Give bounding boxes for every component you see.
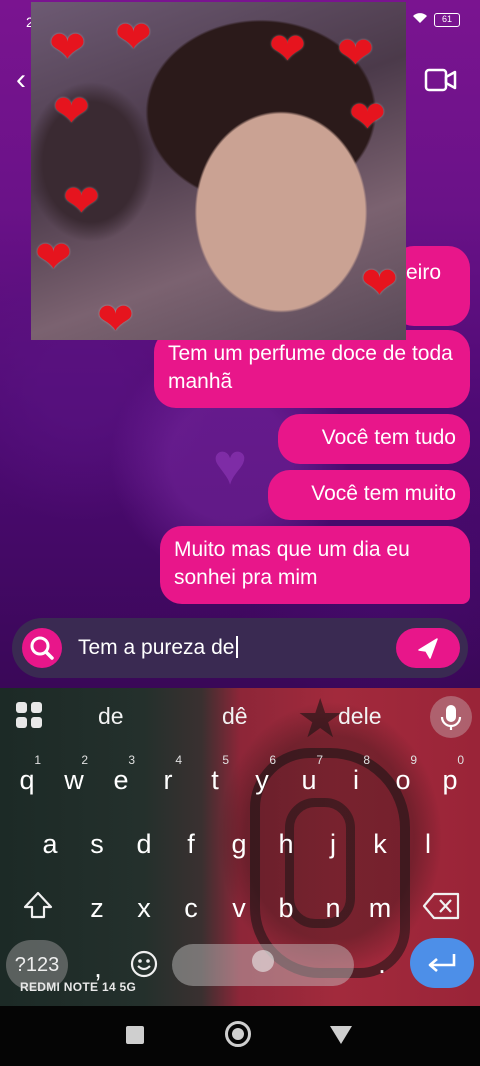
grid-apps-icon[interactable] — [16, 702, 42, 728]
key-l[interactable]: l — [408, 820, 448, 864]
battery-level: 61 — [434, 12, 460, 27]
key-e[interactable]: e3 — [101, 754, 141, 800]
key-b[interactable]: b — [266, 884, 306, 928]
background-heart-icon: ♥ — [212, 432, 248, 497]
key-v[interactable]: v — [219, 884, 259, 928]
send-icon — [418, 638, 438, 659]
recents-button[interactable] — [126, 1026, 144, 1044]
message-text: Você tem tudo — [321, 426, 456, 449]
suggestion-item[interactable]: de — [98, 702, 124, 730]
heart-icon: ❤ — [35, 233, 72, 282]
message-bubble[interactable]: Você tem tudo — [278, 414, 470, 464]
key-o[interactable]: o9 — [383, 754, 423, 800]
message-text: eiro — [406, 261, 442, 284]
key-w[interactable]: w2 — [54, 754, 94, 800]
chat-background: ♥ 2 61 ‹ eiro Tem um perfume doce de tod… — [0, 0, 480, 688]
message-input-text: Tem a pureza de — [78, 636, 235, 659]
send-button[interactable] — [396, 628, 460, 668]
heart-icon: ❤ — [361, 259, 398, 308]
heart-icon: ❤ — [337, 29, 374, 78]
keyboard: ★ de dê dele q1 w2 e3 r4 t5 y6 u7 i8 o9 … — [0, 688, 480, 1006]
message-composer[interactable]: Tem a pureza de — [12, 618, 468, 678]
key-x[interactable]: x — [124, 884, 164, 928]
key-d[interactable]: d — [124, 820, 164, 864]
key-a[interactable]: a — [30, 820, 70, 864]
heart-icon: ❤ — [115, 13, 152, 62]
navigation-bar — [0, 1006, 480, 1066]
wifi-icon — [412, 12, 428, 27]
back-button[interactable] — [330, 1026, 352, 1044]
key-r[interactable]: r4 — [148, 754, 188, 800]
video-call-overlay[interactable]: ❤ ❤ ❤ ❤ ❤ ❤ ❤ ❤ ❤ ❤ — [31, 2, 406, 340]
message-bubble[interactable]: Muito mas que um dia eu sonhei pra mim — [160, 526, 470, 604]
status-icons: 61 — [412, 12, 460, 27]
text-caret — [236, 636, 238, 658]
enter-icon[interactable] — [410, 938, 474, 988]
heart-icon: ❤ — [349, 93, 386, 142]
key-j[interactable]: j — [313, 820, 353, 864]
microphone-icon[interactable] — [430, 696, 472, 738]
key-s[interactable]: s — [77, 820, 117, 864]
search-icon[interactable] — [22, 628, 62, 668]
shift-icon[interactable] — [18, 886, 58, 926]
message-bubble[interactable]: Você tem muito — [268, 470, 470, 520]
device-watermark: REDMI NOTE 14 5G — [20, 980, 137, 994]
key-u[interactable]: u7 — [289, 754, 329, 800]
key-h[interactable]: h — [266, 820, 306, 864]
message-text: Muito mas que um dia eu sonhei pra mim — [174, 538, 410, 589]
key-t[interactable]: t5 — [195, 754, 235, 800]
heart-icon: ❤ — [63, 177, 100, 226]
heart-icon: ❤ — [49, 23, 86, 72]
key-m[interactable]: m — [360, 884, 400, 928]
video-camera-icon[interactable] — [424, 66, 458, 94]
message-text: Você tem muito — [311, 482, 456, 505]
suggestion-item[interactable]: dê — [222, 702, 248, 730]
backspace-icon[interactable] — [420, 888, 464, 924]
key-period[interactable]: . — [362, 940, 402, 984]
key-z[interactable]: z — [77, 884, 117, 928]
key-c[interactable]: c — [171, 884, 211, 928]
message-input[interactable]: Tem a pureza de — [78, 635, 238, 661]
key-f[interactable]: f — [171, 820, 211, 864]
key-y[interactable]: y6 — [242, 754, 282, 800]
key-n[interactable]: n — [313, 884, 353, 928]
emoji-icon[interactable] — [128, 948, 160, 980]
message-bubble[interactable]: Tem um perfume doce de toda manhã — [154, 330, 470, 408]
home-button[interactable] — [225, 1021, 251, 1047]
heart-icon: ❤ — [53, 87, 90, 136]
key-q[interactable]: q1 — [7, 754, 47, 800]
suggestion-item[interactable]: dele — [338, 702, 381, 730]
key-g[interactable]: g — [219, 820, 259, 864]
heart-icon: ❤ — [269, 25, 306, 74]
key-p[interactable]: p0 — [430, 754, 470, 800]
message-text: Tem um perfume doce de toda manhã — [168, 342, 453, 393]
heart-icon: ❤ — [97, 295, 134, 341]
key-i[interactable]: i8 — [336, 754, 376, 800]
space-bar[interactable] — [172, 944, 354, 986]
key-k[interactable]: k — [360, 820, 400, 864]
space-bar-indicator — [252, 950, 274, 972]
